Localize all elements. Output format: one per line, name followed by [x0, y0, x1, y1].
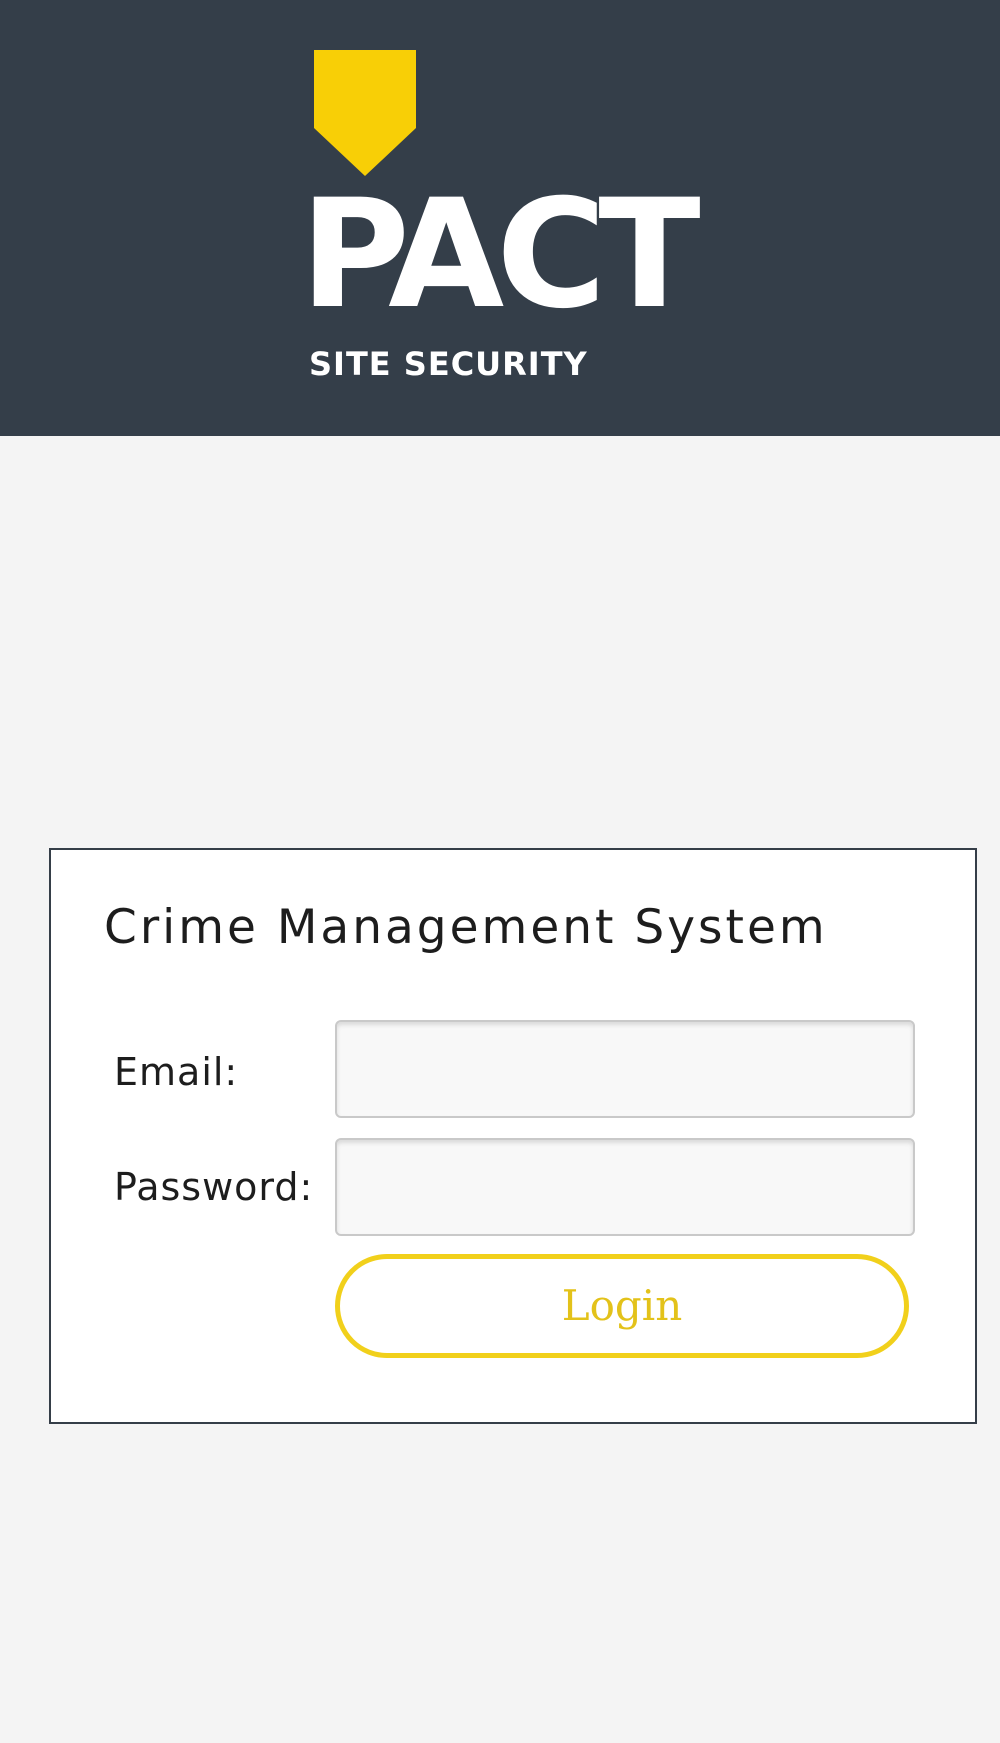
logo-wordmark: PACT [300, 168, 701, 342]
password-label: Password: [114, 1165, 314, 1209]
header-banner: PACT SITE SECURITY [0, 0, 1000, 436]
login-card: Crime Management System Email: Password:… [49, 848, 977, 1424]
page-title: Crime Management System [104, 900, 828, 955]
password-field[interactable] [335, 1138, 915, 1236]
email-label: Email: [114, 1050, 239, 1094]
pact-logo: PACT SITE SECURITY [300, 40, 740, 400]
logo-tagline: SITE SECURITY [309, 345, 588, 383]
shield-icon [314, 50, 416, 176]
email-field[interactable] [335, 1020, 915, 1118]
login-button[interactable]: Login [335, 1254, 909, 1358]
